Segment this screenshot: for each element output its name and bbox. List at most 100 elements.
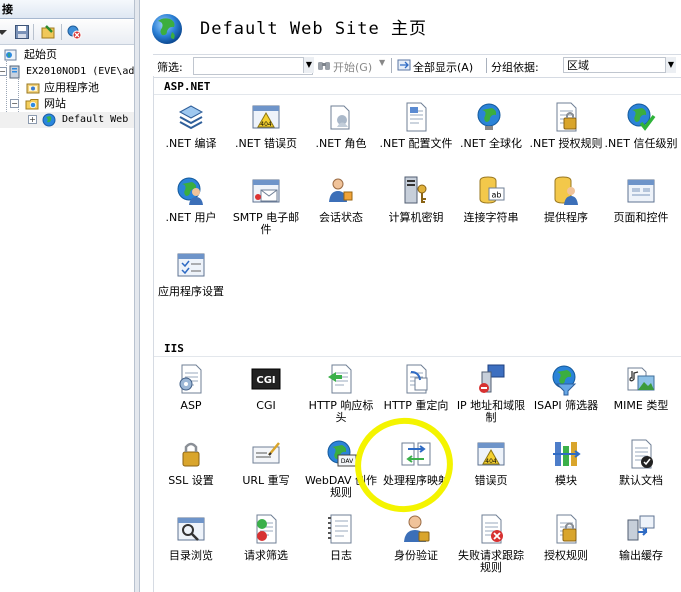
error-pages-icon: 404 [474, 437, 508, 471]
pages-controls-icon [624, 174, 658, 208]
save-icon[interactable] [14, 24, 30, 40]
isapi-filters-icon [549, 362, 583, 396]
svg-text:DAV: DAV [341, 458, 354, 465]
expand-icon[interactable]: + [28, 115, 37, 124]
feature-http-response-headers[interactable]: HTTP 响应标头 [304, 362, 378, 434]
feature-net-compilation[interactable]: .NET 编译 [154, 100, 228, 172]
filter-label: 筛选: [157, 61, 183, 74]
directory-browsing-icon [174, 512, 208, 546]
feature-asp[interactable]: ASP [154, 362, 228, 434]
section-title-aspnet: ASP.NET [164, 80, 211, 93]
section-divider [154, 94, 681, 95]
feature-ip-restrictions[interactable]: IP 地址和域限制 [454, 362, 528, 434]
feature-url-rewrite[interactable]: URL 重写 [229, 437, 303, 509]
tree-item-start-page[interactable]: 起始页 [0, 47, 134, 63]
feature-net-globalization[interactable]: .NET 全球化 [454, 100, 528, 172]
group-by-dropdown-arrow[interactable]: ▼ [665, 57, 676, 73]
collapse-icon[interactable]: − [0, 67, 7, 76]
feature-output-caching[interactable]: 输出缓存 [604, 512, 678, 584]
app-pool-icon [26, 83, 40, 94]
feature-label: MIME 类型 [613, 399, 669, 412]
feature-ssl-settings[interactable]: SSL 设置 [154, 437, 228, 509]
tree-item-default-web-site[interactable]: + Default Web [0, 112, 134, 128]
feature-net-roles[interactable]: .NET 角色 [304, 100, 378, 172]
show-all-label: 全部显示(A) [413, 61, 474, 74]
tree-item-server[interactable]: − EX2010NOD1 (EVE\ad [0, 64, 134, 80]
collapse-icon[interactable]: − [10, 99, 19, 108]
feature-isapi-filters[interactable]: ISAPI 筛选器 [529, 362, 603, 434]
feature-label: .NET 错误页 [235, 137, 297, 150]
filter-input[interactable] [193, 57, 313, 75]
feature-modules[interactable]: 模块 [529, 437, 603, 509]
feature-label: CGI [256, 399, 276, 412]
net-compilation-icon [174, 100, 208, 134]
authentication-icon [399, 512, 433, 546]
feature-webdav[interactable]: DAV WebDAV 创作规则 [304, 437, 378, 509]
connect-icon[interactable] [40, 24, 56, 40]
session-state-icon [324, 174, 358, 208]
feature-machine-key[interactable]: 计算机密钥 [379, 174, 453, 246]
feature-label: 会话状态 [319, 211, 363, 224]
feature-cgi[interactable]: CGI CGI [229, 362, 303, 434]
feature-logging[interactable]: 日志 [304, 512, 378, 584]
feature-smtp-email[interactable]: SMTP 电子邮件 [229, 174, 303, 246]
feature-error-pages[interactable]: 404 错误页 [454, 437, 528, 509]
tree-item-sites[interactable]: − 网站 [0, 96, 134, 112]
feature-authentication[interactable]: 身份验证 [379, 512, 453, 584]
feature-session-state[interactable]: 会话状态 [304, 174, 378, 246]
feature-label: 页面和控件 [613, 211, 669, 224]
tree-item-app-pools[interactable]: 应用程序池 [0, 80, 134, 96]
group-by-select[interactable]: 区域 [563, 57, 675, 73]
cgi-icon: CGI [249, 362, 283, 396]
start-page-icon [4, 49, 17, 61]
feature-mime-types[interactable]: MIME 类型 [604, 362, 678, 434]
feature-label: 授权规则 [544, 549, 588, 562]
net-globalization-icon [474, 100, 508, 134]
dropdown-arrow-icon[interactable] [0, 24, 10, 40]
feature-label: 失败请求跟踪规则 [458, 549, 524, 574]
feature-failed-request-tracing[interactable]: 失败请求跟踪规则 [454, 512, 528, 584]
feature-net-authorization[interactable]: .NET 授权规则 [529, 100, 603, 172]
svg-text:ab: ab [492, 191, 502, 200]
net-users-icon [174, 174, 208, 208]
connection-strings-icon: ab [474, 174, 508, 208]
feature-label: 连接字符串 [463, 211, 519, 224]
disconnect-icon[interactable] [66, 24, 82, 40]
feature-label: 处理程序映射 [383, 474, 449, 487]
url-rewrite-icon [249, 437, 283, 471]
feature-providers[interactable]: 提供程序 [529, 174, 603, 246]
http-redirect-icon [399, 362, 433, 396]
feature-net-profile[interactable]: .NET 配置文件 [379, 100, 453, 172]
feature-default-document[interactable]: 默认文档 [604, 437, 678, 509]
feature-handler-mappings[interactable]: 处理程序映射 [379, 437, 453, 509]
feature-connection-strings[interactable]: ab 连接字符串 [454, 174, 528, 246]
toolbar-separator [486, 58, 487, 73]
providers-icon [549, 174, 583, 208]
feature-label: ASP [180, 399, 202, 412]
feature-request-filtering[interactable]: 请求筛选 [229, 512, 303, 584]
binoculars-icon [318, 62, 330, 70]
feature-label: 目录浏览 [169, 549, 213, 562]
svg-text:CGI: CGI [256, 375, 275, 386]
mime-types-icon [624, 362, 658, 396]
website-globe-icon [42, 113, 56, 127]
section-title-iis: IIS [164, 342, 184, 355]
feature-label: .NET 全球化 [460, 137, 522, 150]
output-caching-icon [624, 512, 658, 546]
feature-net-error-pages[interactable]: 404 .NET 错误页 [229, 100, 303, 172]
feature-app-settings[interactable]: 应用程序设置 [154, 248, 228, 320]
feature-authorization-rules[interactable]: 授权规则 [529, 512, 603, 584]
feature-label: URL 重写 [242, 474, 290, 487]
filter-dropdown-arrow[interactable]: ▼ [303, 57, 314, 73]
feature-net-trust-levels[interactable]: .NET 信任级别 [604, 100, 678, 172]
go-button-label: 开始(G) [333, 61, 373, 74]
sites-folder-icon [25, 99, 39, 110]
feature-label: 计算机密钥 [388, 211, 444, 224]
feature-pages-controls[interactable]: 页面和控件 [604, 174, 678, 246]
feature-label: .NET 信任级别 [604, 137, 678, 150]
feature-http-redirect[interactable]: HTTP 重定向 [379, 362, 453, 434]
svg-text:404: 404 [485, 458, 497, 465]
feature-directory-browsing[interactable]: 目录浏览 [154, 512, 228, 584]
feature-net-users[interactable]: .NET 用户 [154, 174, 228, 246]
feature-label: 默认文档 [619, 474, 663, 487]
